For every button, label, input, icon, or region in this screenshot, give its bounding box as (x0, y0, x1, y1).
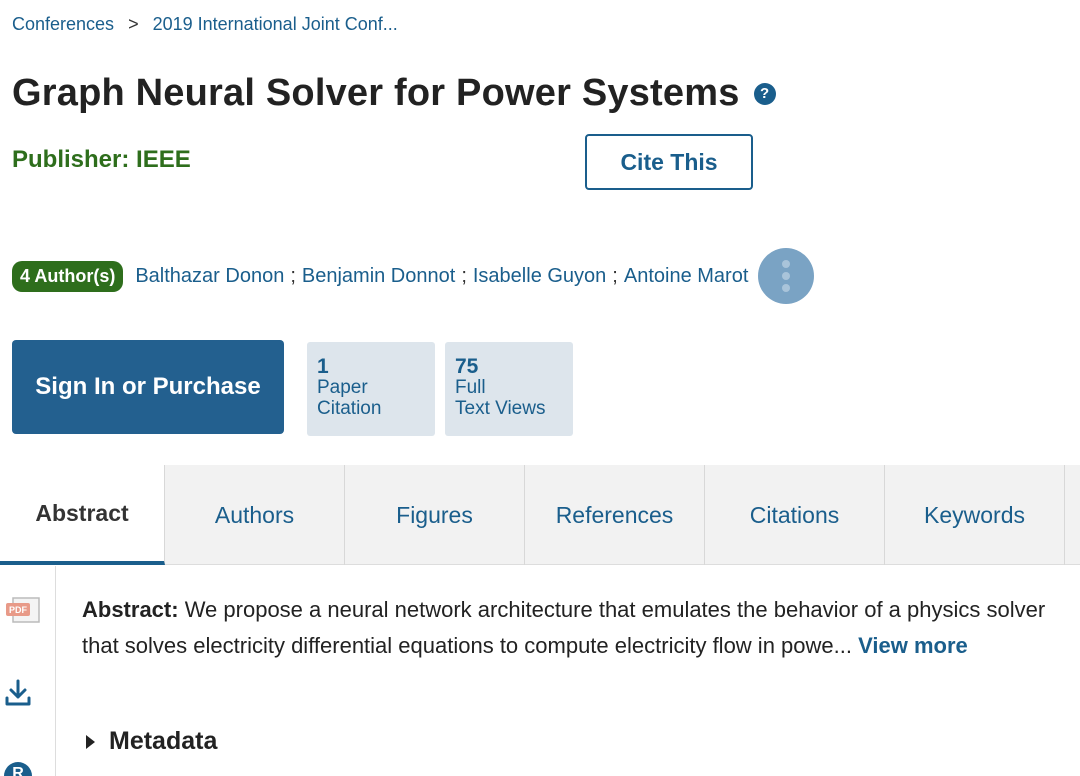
tab-citations[interactable]: Citations (705, 465, 885, 565)
metric-value: 1 (317, 355, 329, 378)
author-separator: ; (461, 264, 467, 287)
breadcrumb-conferences[interactable]: Conferences (12, 14, 114, 35)
download-icon[interactable] (4, 678, 32, 708)
metric-label-line1: Full (455, 377, 486, 398)
tab-figures[interactable]: Figures (345, 465, 525, 565)
breadcrumb-separator: > (128, 14, 139, 34)
author-link[interactable]: Balthazar Donon (135, 265, 284, 288)
pdf-icon-label: PDF (9, 605, 28, 615)
pdf-icon[interactable]: PDF (5, 596, 41, 624)
author-link[interactable]: Antoine Marot (624, 265, 749, 288)
author-link[interactable]: Benjamin Donnot (302, 265, 455, 288)
metric-label-line2: Citation (317, 398, 382, 419)
breadcrumb: Conferences > 2019 International Joint C… (12, 14, 398, 35)
tab-references[interactable]: References (525, 465, 705, 565)
expand-triangle-icon (86, 734, 95, 749)
tab-keywords[interactable]: Keywords (885, 465, 1065, 565)
author-count-badge[interactable]: 4 Author(s) (12, 260, 124, 292)
metadata-label: Metadata (109, 727, 218, 755)
breadcrumb-conference-name[interactable]: 2019 International Joint Conf... (153, 14, 398, 35)
full-text-views-metric[interactable]: 75 Full Text Views (445, 342, 573, 436)
title-row: Graph Neural Solver for Power Systems ? (12, 72, 776, 115)
author-separator: ; (290, 264, 296, 287)
tab-authors[interactable]: Authors (165, 465, 345, 565)
help-icon[interactable]: ? (753, 82, 776, 105)
metadata-toggle[interactable]: Metadata (86, 727, 217, 756)
metric-label-line2: Text Views (455, 398, 546, 419)
authors-row: 4 Author(s) Balthazar Donon ; Benjamin D… (12, 248, 815, 304)
tab-abstract[interactable]: Abstract (0, 465, 165, 565)
view-more-link[interactable]: View more (858, 633, 968, 658)
cite-this-button[interactable]: Cite This (585, 134, 753, 190)
metric-value: 75 (455, 355, 479, 378)
author-list: Balthazar Donon ; Benjamin Donnot ; Isab… (135, 265, 748, 288)
abstract-label: Abstract: (82, 597, 179, 622)
publisher-label: Publisher: IEEE (12, 146, 191, 173)
author-link[interactable]: Isabelle Guyon (473, 265, 606, 288)
document-tabs: Abstract Authors Figures References Cita… (0, 465, 1080, 565)
paper-citation-metric[interactable]: 1 Paper Citation (307, 342, 435, 436)
more-options-icon[interactable] (758, 248, 815, 304)
sign-in-or-purchase-button[interactable]: Sign In or Purchase (12, 340, 284, 434)
metric-label-line1: Paper (317, 377, 368, 398)
author-separator: ; (612, 264, 618, 287)
abstract-text: Abstract: We propose a neural network ar… (82, 592, 1072, 664)
page-title: Graph Neural Solver for Power Systems (12, 72, 740, 114)
